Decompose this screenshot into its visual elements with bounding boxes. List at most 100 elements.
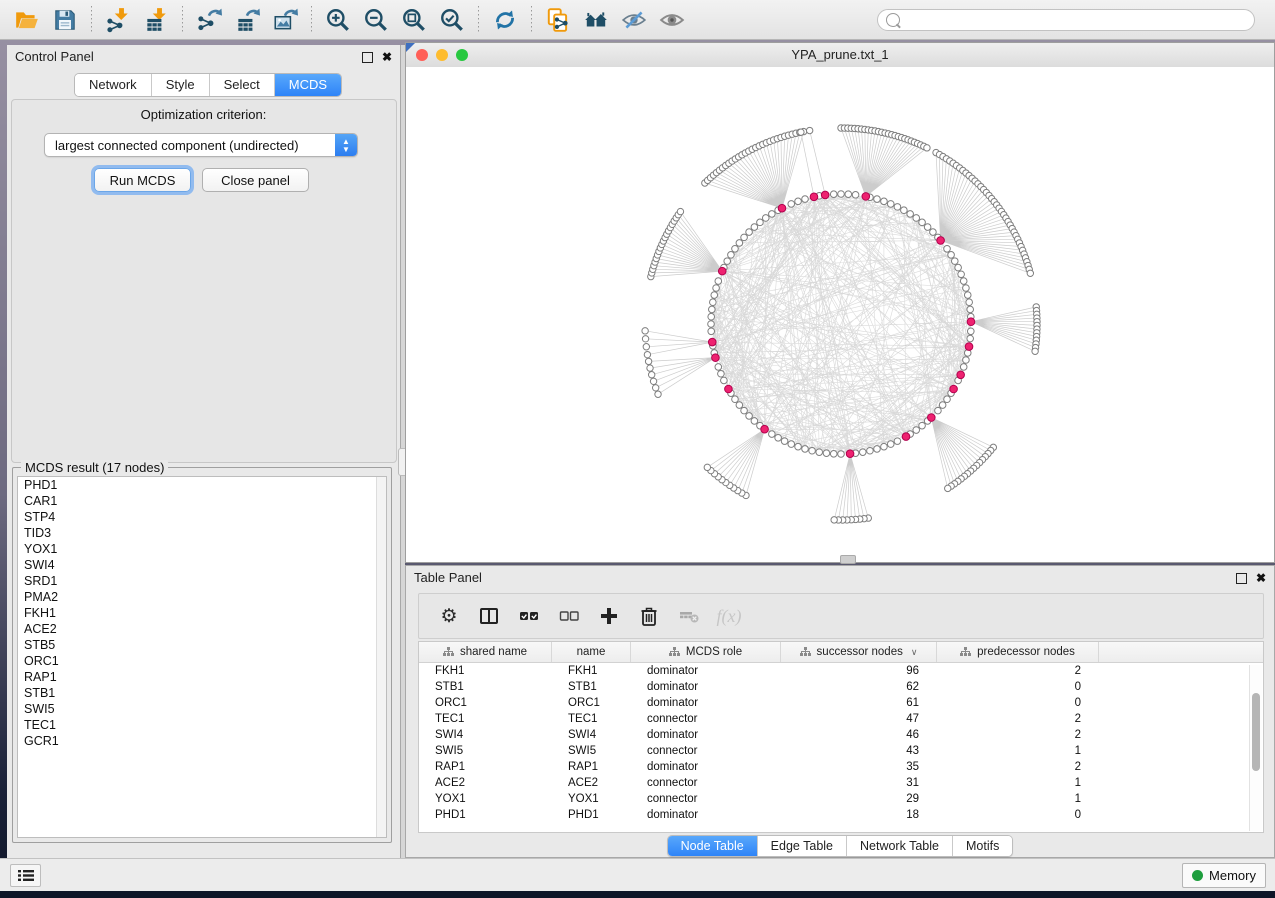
- table-row[interactable]: ACE2ACE2connector311: [419, 775, 1263, 791]
- result-list-item[interactable]: STP4: [18, 509, 386, 525]
- search-box[interactable]: [877, 9, 1255, 31]
- table-cell: 2: [937, 761, 1099, 773]
- tab-network[interactable]: Network: [75, 74, 152, 96]
- zoom-out-button[interactable]: [357, 4, 395, 36]
- tab-mcds[interactable]: MCDS: [275, 74, 341, 96]
- column-type-icon: [443, 647, 454, 657]
- column-layout-icon[interactable]: [477, 604, 501, 628]
- tab-edge-table[interactable]: Edge Table: [758, 836, 847, 856]
- table-cell: YOX1: [419, 793, 552, 805]
- export-image-button[interactable]: [266, 4, 304, 36]
- toolbar-separator: [91, 6, 92, 34]
- mcds-result-list[interactable]: PHD1CAR1STP4TID3YOX1SWI4SRD1PMA2FKH1ACE2…: [17, 476, 387, 838]
- export-network-button[interactable]: [190, 4, 228, 36]
- houses-icon: [583, 7, 609, 33]
- table-cell: 46: [781, 729, 937, 741]
- table-row[interactable]: TEC1TEC1connector472: [419, 711, 1263, 727]
- add-column-icon[interactable]: [597, 604, 621, 628]
- table-row[interactable]: RAP1RAP1dominator352: [419, 759, 1263, 775]
- table-settings-icon[interactable]: ⚙: [437, 604, 461, 628]
- zoom-in-button[interactable]: [319, 4, 357, 36]
- delete-column-icon[interactable]: [637, 604, 661, 628]
- network-canvas[interactable]: [406, 67, 1274, 562]
- result-list-item[interactable]: SWI4: [18, 557, 386, 573]
- table-cell: ACE2: [419, 777, 552, 789]
- tab-network-table[interactable]: Network Table: [847, 836, 953, 856]
- table-cell: 1: [937, 745, 1099, 757]
- table-cell: dominator: [631, 665, 781, 677]
- result-list-item[interactable]: STB1: [18, 685, 386, 701]
- float-table-panel-icon[interactable]: [1236, 573, 1247, 584]
- column-header-MCDS-role[interactable]: MCDS role: [631, 642, 781, 662]
- deselect-all-icon[interactable]: [557, 604, 581, 628]
- hide-selected-button[interactable]: [615, 4, 653, 36]
- search-input[interactable]: [906, 12, 1254, 28]
- toolbar-separator: [531, 6, 532, 34]
- network-graph[interactable]: [406, 67, 1274, 562]
- minimize-window-button[interactable]: [436, 49, 448, 61]
- result-list-item[interactable]: TID3: [18, 525, 386, 541]
- criterion-dropdown[interactable]: largest connected component (undirected)…: [44, 133, 358, 157]
- import-table-button[interactable]: [137, 4, 175, 36]
- close-window-button[interactable]: [416, 49, 428, 61]
- tab-select[interactable]: Select: [210, 74, 275, 96]
- float-panel-icon[interactable]: [362, 52, 373, 63]
- apply-layout-button[interactable]: [486, 4, 524, 36]
- result-list-item[interactable]: STB5: [18, 637, 386, 653]
- result-list-item[interactable]: GCR1: [18, 733, 386, 749]
- houses-button[interactable]: [577, 4, 615, 36]
- result-list-scrollbar[interactable]: [376, 477, 386, 837]
- table-row[interactable]: YOX1YOX1connector291: [419, 791, 1263, 807]
- select-all-icon[interactable]: [517, 604, 541, 628]
- tab-motifs[interactable]: Motifs: [953, 836, 1012, 856]
- memory-button[interactable]: Memory: [1182, 863, 1266, 888]
- table-scrollbar-thumb[interactable]: [1252, 693, 1260, 771]
- zoom-selected-button[interactable]: [433, 4, 471, 36]
- column-type-icon: [800, 647, 811, 657]
- column-header-predecessor-nodes[interactable]: predecessor nodes: [937, 642, 1099, 662]
- network-window: YPA_prune.txt_1: [405, 42, 1275, 563]
- show-all-button[interactable]: [653, 4, 691, 36]
- maximize-window-button[interactable]: [456, 49, 468, 61]
- run-mcds-button[interactable]: Run MCDS: [94, 168, 191, 192]
- column-header-successor-nodes[interactable]: successor nodes∨: [781, 642, 937, 662]
- show-all-icon: [659, 7, 685, 33]
- result-list-item[interactable]: SWI5: [18, 701, 386, 717]
- panel-menu-button[interactable]: [10, 864, 41, 887]
- result-list-item[interactable]: PMA2: [18, 589, 386, 605]
- result-list-item[interactable]: RAP1: [18, 669, 386, 685]
- result-list-item[interactable]: ORC1: [18, 653, 386, 669]
- result-list-item[interactable]: FKH1: [18, 605, 386, 621]
- column-header-shared-name[interactable]: shared name: [419, 642, 552, 662]
- column-header-name[interactable]: name: [552, 642, 631, 662]
- tab-node-table[interactable]: Node Table: [668, 836, 758, 856]
- window-corner-marker: [406, 43, 415, 52]
- result-list-item[interactable]: CAR1: [18, 493, 386, 509]
- import-network-button[interactable]: [99, 4, 137, 36]
- new-network-from-selection-button[interactable]: [539, 4, 577, 36]
- tab-style[interactable]: Style: [152, 74, 210, 96]
- table-row[interactable]: SWI4SWI4dominator462: [419, 727, 1263, 743]
- horizontal-splitter-handle[interactable]: [840, 555, 856, 564]
- close-table-panel-icon[interactable]: ✖: [1256, 572, 1266, 584]
- table-row[interactable]: PHD1PHD1dominator180: [419, 807, 1263, 823]
- open-file-button[interactable]: [8, 4, 46, 36]
- save-session-button[interactable]: [46, 4, 84, 36]
- result-list-item[interactable]: YOX1: [18, 541, 386, 557]
- result-list-item[interactable]: TEC1: [18, 717, 386, 733]
- zoom-fit-button[interactable]: [395, 4, 433, 36]
- hide-selected-icon: [621, 7, 647, 33]
- result-list-item[interactable]: SRD1: [18, 573, 386, 589]
- close-panel-icon[interactable]: ✖: [382, 51, 392, 63]
- result-list-item[interactable]: ACE2: [18, 621, 386, 637]
- export-table-button[interactable]: [228, 4, 266, 36]
- result-list-item[interactable]: PHD1: [18, 477, 386, 493]
- table-cell: RAP1: [552, 761, 631, 773]
- table-row[interactable]: STB1STB1dominator620: [419, 679, 1263, 695]
- network-window-titlebar[interactable]: YPA_prune.txt_1: [406, 43, 1274, 68]
- table-row[interactable]: ORC1ORC1dominator610: [419, 695, 1263, 711]
- close-panel-button[interactable]: Close panel: [202, 168, 309, 192]
- table-scrollbar[interactable]: [1249, 665, 1262, 831]
- table-row[interactable]: FKH1FKH1dominator962: [419, 663, 1263, 679]
- table-row[interactable]: SWI5SWI5connector431: [419, 743, 1263, 759]
